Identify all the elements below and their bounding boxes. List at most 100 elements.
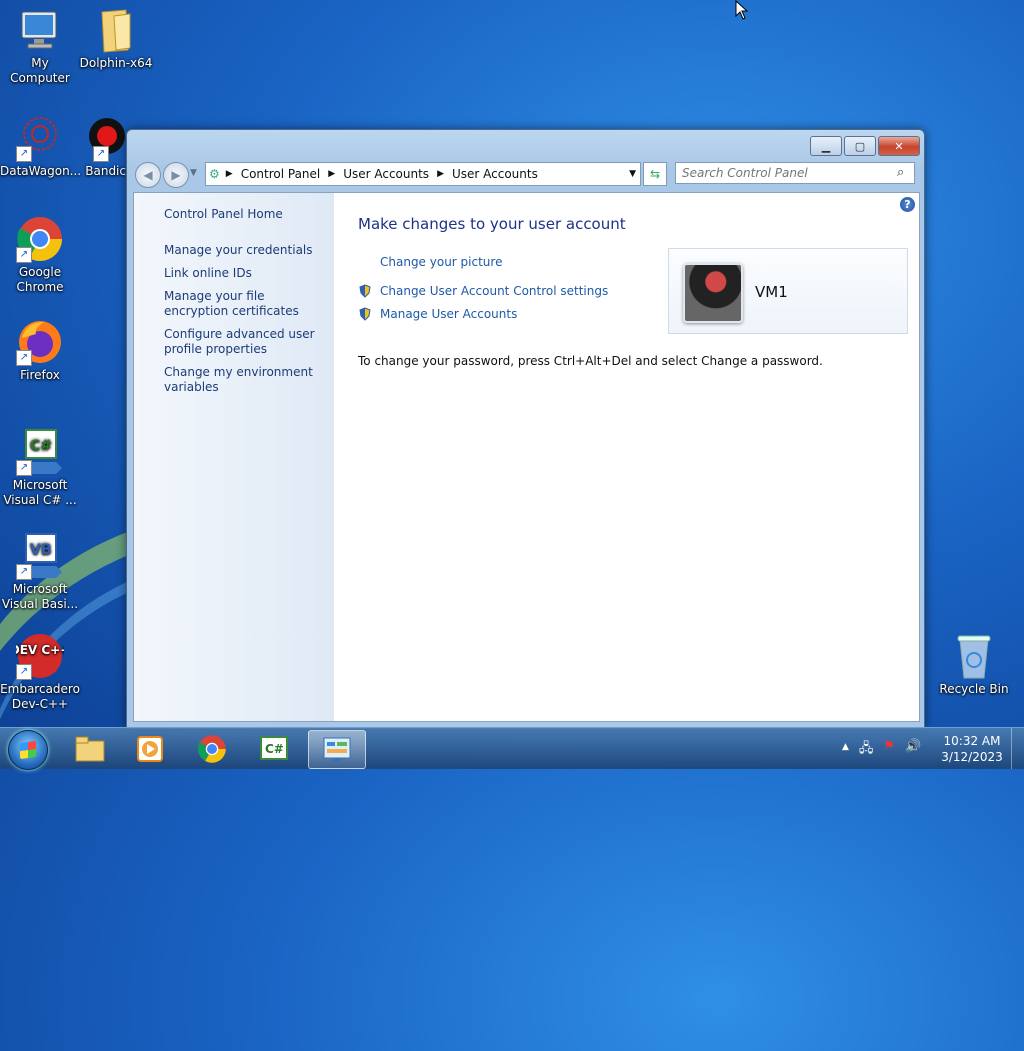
taskbar-visual-csharp[interactable]: C# [246,730,302,767]
back-button[interactable]: ◀ [135,162,161,188]
desktop-icon-firefox[interactable]: ↗ Firefox [0,318,80,383]
link-change-uac-settings[interactable]: Change User Account Control settings [380,284,608,298]
clock-date: 3/12/2023 [941,750,1003,764]
address-dropdown-icon[interactable]: ▼ [629,169,636,179]
minimize-icon: ▁ [821,139,831,153]
desktop-icon-label: Recycle Bin [939,682,1009,696]
desktop-icon-my-computer[interactable]: My Computer [0,6,80,86]
desktop-icon-bandicam[interactable]: ↗ Bandic [76,114,126,179]
volume-icon[interactable]: 🔊 [905,739,921,761]
close-button[interactable]: ✕ [878,136,920,156]
show-hidden-icons-icon[interactable]: ▲ [842,739,849,761]
chrome-icon [197,734,226,763]
breadcrumb-user-accounts[interactable]: User Accounts [343,167,429,181]
minimize-button[interactable]: ▁ [810,136,842,156]
chrome-icon: ↗ [16,215,64,263]
recent-pages-dropdown[interactable]: ▼ [190,168,197,178]
link-file-encryption[interactable]: Manage your file encryption certificates [164,289,324,319]
breadcrumb-separator: ▶ [225,169,233,179]
shortcut-arrow-icon: ↗ [16,564,32,580]
desktop-icon-label: Bandic [85,164,126,178]
folder-icon [75,736,105,761]
show-desktop-button[interactable] [1011,728,1024,769]
link-manage-user-accounts[interactable]: Manage User Accounts [380,307,517,321]
desktop-icon-datawagon[interactable]: ↗ DataWagon... [0,114,82,179]
breadcrumb-separator: ▶ [328,169,336,179]
visual-csharp-icon: C# ↗ [16,428,64,476]
shortcut-arrow-icon: ↗ [16,460,32,476]
main-pane: ? Make changes to your user account Chan… [334,193,919,721]
mouse-cursor-icon [735,0,749,20]
desktop-icon-label: Microsoft Visual Basi... [1,582,79,611]
desktop-icon-dolphin[interactable]: Dolphin-x64 [76,6,156,71]
shortcut-arrow-icon: ↗ [16,146,32,162]
content-area: Control Panel Home Manage your credentia… [133,192,920,722]
desktop-icon-devcpp[interactable]: DEV C++ ↗ Embarcadero Dev-C++ [0,632,80,712]
taskbar: C# ▲ 🖧 ⚑ 🔊 10:32 AM 3/12/2023 [0,727,1024,770]
start-button[interactable] [8,730,48,770]
refresh-button[interactable]: ⇆ [643,162,667,186]
back-arrow-icon: ◀ [143,168,153,182]
breadcrumb-control-panel[interactable]: Control Panel [241,167,321,181]
control-panel-icon: ⚙ [209,167,220,181]
network-icon[interactable]: 🖧 [859,739,874,761]
desktop-icon-label: Embarcadero Dev-C++ [0,682,80,711]
link-advanced-profile[interactable]: Configure advanced user profile properti… [164,327,324,357]
breadcrumb-user-accounts-current[interactable]: User Accounts [452,167,538,181]
taskbar-explorer[interactable] [62,730,118,767]
svg-text:DEV C++: DEV C++ [16,643,64,657]
link-environment-variables[interactable]: Change my environment variables [164,365,324,395]
clock[interactable]: 10:32 AM 3/12/2023 [936,733,1008,765]
link-manage-credentials[interactable]: Manage your credentials [164,243,324,258]
svg-text:VB: VB [30,542,52,558]
taskbar-media-player[interactable] [122,730,178,767]
help-icon[interactable]: ? [900,197,915,212]
account-name: VM1 [755,283,788,301]
taskbar-chrome[interactable] [184,730,240,767]
tasks-pane: Control Panel Home Manage your credentia… [134,193,334,721]
page-title: Make changes to your user account [358,215,626,233]
maximize-icon: ▢ [854,139,866,153]
action-center-flag-icon[interactable]: ⚑ [883,739,895,761]
folder-icon [92,6,140,54]
account-tile: VM1 [668,248,908,334]
link-change-picture[interactable]: Change your picture [380,255,502,269]
account-picture[interactable] [683,263,743,323]
shortcut-arrow-icon: ↗ [16,664,32,680]
firefox-icon: ↗ [16,318,64,366]
desktop-icon-label: DataWagon... [0,164,82,178]
link-online-ids[interactable]: Link online IDs [164,266,324,281]
taskbar-control-panel[interactable] [308,730,366,769]
svg-text:C#: C# [265,742,284,756]
desktop-icon-visual-csharp[interactable]: C# ↗ Microsoft Visual C# ... [0,428,80,508]
search-icon[interactable]: ⌕ [897,165,904,180]
svg-text:C#: C# [30,438,52,454]
desktop-icon-recycle-bin[interactable]: Recycle Bin [934,632,1014,697]
address-bar[interactable]: ⚙ ▶ Control Panel ▶ User Accounts ▶ User… [205,162,641,186]
uac-shield-icon [359,307,371,321]
visual-basic-icon: VB ↗ [16,532,64,580]
system-tray: ▲ 🖧 ⚑ 🔊 [842,739,921,761]
desktop-icon-label: Microsoft Visual C# ... [3,478,77,507]
desktop-icon-chrome[interactable]: ↗ Google Chrome [0,215,80,295]
visual-csharp-icon: C# [260,735,288,760]
search-input[interactable] [675,162,915,184]
forward-button[interactable]: ▶ [163,162,189,188]
user-accounts-window[interactable]: ▁ ▢ ✕ ◀ ▶ ▼ ⚙ ▶ Control Panel ▶ User Acc… [126,129,925,729]
desktop-icon-label: Google Chrome [16,265,64,294]
shortcut-arrow-icon: ↗ [16,350,32,366]
desktop-icon-visual-basic[interactable]: VB ↗ Microsoft Visual Basi... [0,532,80,612]
link-control-panel-home[interactable]: Control Panel Home [164,207,324,222]
recycle-bin-icon [950,632,998,680]
close-icon: ✕ [894,139,904,153]
shortcut-arrow-icon: ↗ [93,146,109,162]
datawagon-icon: ↗ [16,114,64,162]
desktop-icon-label: Dolphin-x64 [79,56,153,70]
refresh-icon: ⇆ [649,167,661,181]
forward-arrow-icon: ▶ [171,168,181,182]
shortcut-arrow-icon: ↗ [16,247,32,263]
caption-buttons: ▁ ▢ ✕ [810,136,920,156]
maximize-button[interactable]: ▢ [844,136,876,156]
uac-shield-icon [359,284,371,298]
password-note: To change your password, press Ctrl+Alt+… [358,354,823,368]
